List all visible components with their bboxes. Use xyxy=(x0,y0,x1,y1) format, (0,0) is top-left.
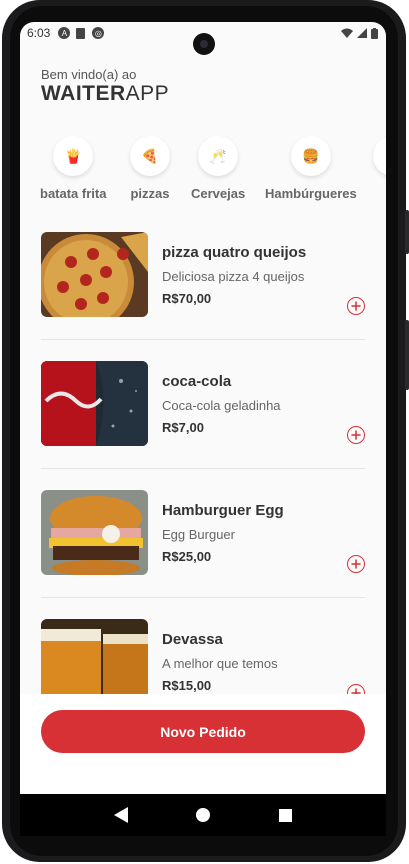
brand-bold: WAITER xyxy=(41,82,126,105)
status-indicators xyxy=(341,27,378,39)
product-item[interactable]: pizza quatro queijos Deliciosa pizza 4 q… xyxy=(41,232,365,361)
product-price: R$7,00 xyxy=(162,420,204,435)
plus-icon xyxy=(351,430,361,440)
category-cervejas[interactable]: 🥂 Cervejas xyxy=(191,136,245,201)
product-description: Egg Burguer xyxy=(162,527,235,542)
status-time: 6:03 xyxy=(27,26,51,40)
product-price: R$25,00 xyxy=(162,549,212,564)
product-divider xyxy=(41,468,365,469)
app-screen: 6:03 A ◎ Bem vindo(a) ao WAITERAPP 🍟 bat… xyxy=(20,22,386,794)
sd-card-icon xyxy=(76,27,86,39)
new-order-button[interactable]: Novo Pedido xyxy=(41,710,365,753)
plus-icon xyxy=(351,301,361,311)
add-to-cart-button[interactable] xyxy=(347,555,365,573)
category-hamburgueres[interactable]: 🍔 Hambúrgueres xyxy=(265,136,357,201)
brand-logo: WAITERAPP xyxy=(41,82,169,106)
recents-button[interactable] xyxy=(275,805,295,825)
home-circle-icon xyxy=(196,808,210,822)
category-list: 🍟 batata frita 🍕 pizzas 🥂 Cervejas 🍔 Ham… xyxy=(20,136,386,206)
product-image-beer xyxy=(41,619,148,694)
wifi-icon xyxy=(341,28,353,38)
category-label: Cervejas xyxy=(191,186,246,201)
category-pizzas[interactable]: 🍕 pizzas xyxy=(130,136,170,201)
add-to-cart-button[interactable] xyxy=(347,426,365,444)
signal-icon xyxy=(357,28,367,38)
product-image-pizza xyxy=(41,232,148,317)
back-button[interactable] xyxy=(111,805,131,825)
product-item[interactable]: Hamburguer Egg Egg Burguer R$25,00 xyxy=(41,490,365,619)
front-camera xyxy=(193,33,215,55)
category-batata-frita[interactable]: 🍟 batata frita xyxy=(40,136,106,201)
category-label: batata frita xyxy=(40,186,107,201)
back-triangle-icon xyxy=(114,807,128,823)
product-description: A melhor que temos xyxy=(162,656,278,671)
product-image-coca-cola xyxy=(41,361,148,446)
android-nav-bar xyxy=(20,794,386,836)
burger-icon: 🍔 xyxy=(290,136,331,176)
product-description: Deliciosa pizza 4 queijos xyxy=(162,269,305,284)
sync-icon: ◎ xyxy=(92,27,105,39)
product-price: R$70,00 xyxy=(162,291,212,306)
product-image-burger xyxy=(41,490,148,575)
product-name: pizza quatro queijos xyxy=(162,244,307,261)
battery-icon xyxy=(371,27,378,39)
greeting-text: Bem vindo(a) ao xyxy=(41,67,137,82)
category-vinhos[interactable]: 🍷 Vi xyxy=(373,136,386,201)
category-label: pizzas xyxy=(130,186,170,201)
plus-icon xyxy=(351,559,361,569)
product-divider xyxy=(41,597,365,598)
product-item[interactable]: Devassa A melhor que temos R$15,00 xyxy=(41,619,365,694)
volume-button xyxy=(405,210,409,254)
brand-light: APP xyxy=(125,82,170,105)
product-description: Coca-cola geladinha xyxy=(162,398,281,413)
fries-icon: 🍟 xyxy=(53,136,94,176)
pizza-icon: 🍕 xyxy=(130,136,170,176)
category-label: Hambúrgueres xyxy=(265,186,357,201)
recents-square-icon xyxy=(278,808,292,822)
product-name: Devassa xyxy=(162,631,223,648)
product-name: Hamburguer Egg xyxy=(162,502,284,519)
add-to-cart-button[interactable] xyxy=(347,684,365,694)
product-item[interactable]: coca-cola Coca-cola geladinha R$7,00 xyxy=(41,361,365,490)
product-list: pizza quatro queijos Deliciosa pizza 4 q… xyxy=(41,232,365,694)
add-to-cart-button[interactable] xyxy=(347,297,365,315)
app-notification-icon: A xyxy=(58,27,71,39)
power-button xyxy=(405,320,409,390)
product-price: R$15,00 xyxy=(162,678,212,693)
wine-icon: 🍷 xyxy=(373,136,386,176)
product-divider xyxy=(41,339,365,340)
home-button[interactable] xyxy=(193,805,213,825)
beer-icon: 🥂 xyxy=(198,136,239,176)
footer: Novo Pedido xyxy=(20,694,386,794)
product-name: coca-cola xyxy=(162,373,232,390)
